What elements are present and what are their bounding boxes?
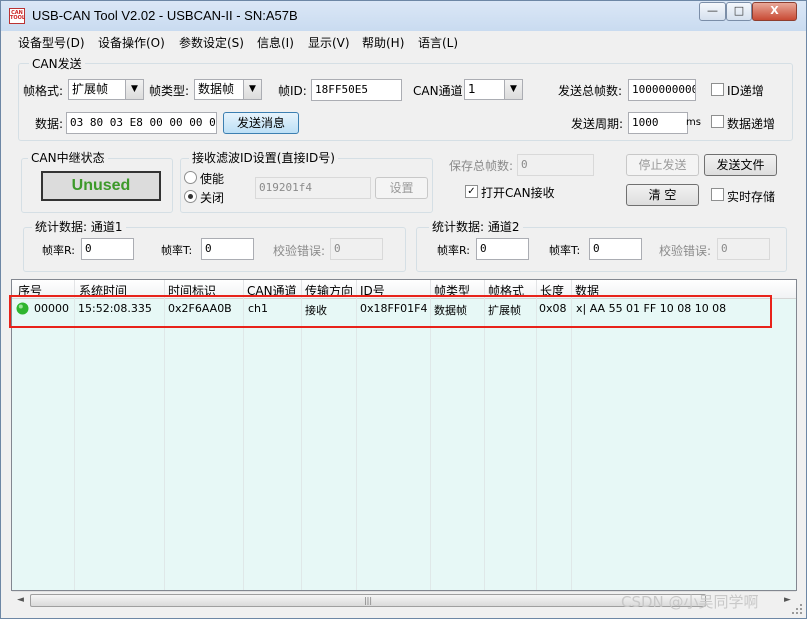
id-increment-checkbox[interactable] [711, 83, 724, 96]
maximize-button[interactable]: □ [726, 2, 752, 21]
can-channel-value: 1 [468, 82, 476, 96]
menu-device-model[interactable]: 设备型号(D) [18, 34, 85, 51]
frame-id-label: 帧ID: [278, 84, 307, 98]
ch2-rate-t-value: 0 [589, 238, 642, 260]
filter-disable-radio[interactable] [184, 190, 197, 203]
clear-button[interactable]: 清 空 [626, 184, 699, 206]
total-frames-label: 发送总帧数: [558, 84, 623, 98]
realtime-save-checkbox[interactable] [711, 188, 724, 201]
open-can-receive-checkbox[interactable]: ✓ [465, 185, 478, 198]
send-message-button[interactable]: 发送消息 [223, 112, 299, 134]
title-bar[interactable]: CAN TOOL USB-CAN Tool V2.02 - USBCAN-II … [1, 1, 806, 31]
watermark: CSDN @小吴同学啊 [621, 593, 759, 611]
ch2-error-label: 校验错误: [659, 244, 712, 258]
ch2-rate-t-label: 帧率T: [549, 244, 581, 257]
can-send-title: CAN发送 [29, 55, 85, 72]
chevron-down-icon: ▼ [243, 80, 261, 99]
row-highlight-annotation [9, 295, 772, 328]
app-icon: CAN TOOL [9, 8, 25, 24]
main-window: CAN TOOL USB-CAN Tool V2.02 - USBCAN-II … [0, 0, 807, 619]
data-label: 数据: [35, 117, 64, 131]
open-can-receive-label: 打开CAN接收 [481, 186, 555, 200]
data-increment-checkbox[interactable] [711, 115, 724, 128]
send-period-label: 发送周期: [571, 117, 624, 131]
ch1-error-value: 0 [330, 238, 383, 260]
can-channel-label: CAN通道: [413, 84, 467, 98]
chevron-down-icon: ▼ [504, 80, 522, 99]
filter-id-input[interactable]: 019201f4 [255, 177, 371, 199]
frame-type-value: 数据帧 [198, 82, 235, 96]
close-button[interactable]: X [752, 2, 797, 21]
ch1-error-label: 校验错误: [273, 244, 326, 258]
minimize-button[interactable]: — [699, 2, 726, 21]
chevron-down-icon: ▼ [125, 80, 143, 99]
realtime-save-label: 实时存储 [727, 190, 776, 204]
ch1-rate-r-value: 0 [81, 238, 134, 260]
data-increment-label: 数据递增 [727, 117, 776, 131]
filter-set-button[interactable]: 设置 [375, 177, 428, 199]
relay-status-title: CAN中继状态 [28, 149, 108, 166]
filter-enable-label: 使能 [200, 172, 225, 186]
window-title: USB-CAN Tool V2.02 - USBCAN-II - SN:A57B [32, 8, 298, 23]
saved-frames-input[interactable]: 0 [517, 154, 594, 176]
frame-id-input[interactable]: 18FF50E5 [311, 79, 402, 101]
menu-parameters[interactable]: 参数设定(S) [179, 34, 244, 51]
menu-bar: 设备型号(D) 设备操作(O) 参数设定(S) 信息(I) 显示(V) 帮助(H… [9, 32, 799, 52]
frame-type-label: 帧类型: [149, 84, 190, 98]
id-increment-label: ID递增 [727, 84, 764, 98]
menu-info[interactable]: 信息(I) [257, 34, 294, 51]
filter-disable-label: 关闭 [200, 191, 225, 205]
scroll-left-icon[interactable]: ◄ [12, 592, 29, 609]
stats-channel2-title: 统计数据: 通道2 [429, 218, 523, 235]
filter-title: 接收滤波ID设置(直接ID号) [189, 149, 338, 166]
filter-enable-radio[interactable] [184, 171, 197, 184]
saved-frames-label: 保存总帧数: [449, 159, 514, 173]
stats-channel1-title: 统计数据: 通道1 [32, 218, 126, 235]
menu-language[interactable]: 语言(L) [418, 34, 458, 51]
menu-help[interactable]: 帮助(H) [362, 34, 404, 51]
total-frames-input[interactable]: 1000000000 [628, 79, 696, 101]
frame-format-value: 扩展帧 [72, 82, 109, 96]
send-period-unit: ms [686, 117, 701, 128]
resize-grip-icon[interactable] [791, 603, 803, 615]
ch2-rate-r-value: 0 [476, 238, 529, 260]
ch2-error-value: 0 [717, 238, 770, 260]
frame-format-label: 帧格式: [23, 84, 64, 98]
scrollbar-thumb[interactable]: ||| [30, 594, 706, 607]
ch1-rate-t-label: 帧率T: [161, 244, 193, 257]
menu-device-operation[interactable]: 设备操作(O) [98, 34, 165, 51]
relay-status-indicator: Unused [41, 171, 161, 201]
menu-view[interactable]: 显示(V) [308, 34, 350, 51]
frame-format-select[interactable]: 扩展帧 ▼ [68, 79, 144, 100]
frame-type-select[interactable]: 数据帧 ▼ [194, 79, 262, 100]
ch1-rate-t-value: 0 [201, 238, 254, 260]
send-file-button[interactable]: 发送文件 [704, 154, 777, 176]
can-channel-select[interactable]: 1 ▼ [464, 79, 523, 100]
ch1-rate-r-label: 帧率R: [42, 244, 76, 257]
ch2-rate-r-label: 帧率R: [437, 244, 471, 257]
send-period-input[interactable]: 1000 [628, 112, 688, 134]
stop-send-button[interactable]: 停止发送 [626, 154, 699, 176]
data-input[interactable]: 03 80 03 E8 00 00 00 00 [66, 112, 217, 134]
